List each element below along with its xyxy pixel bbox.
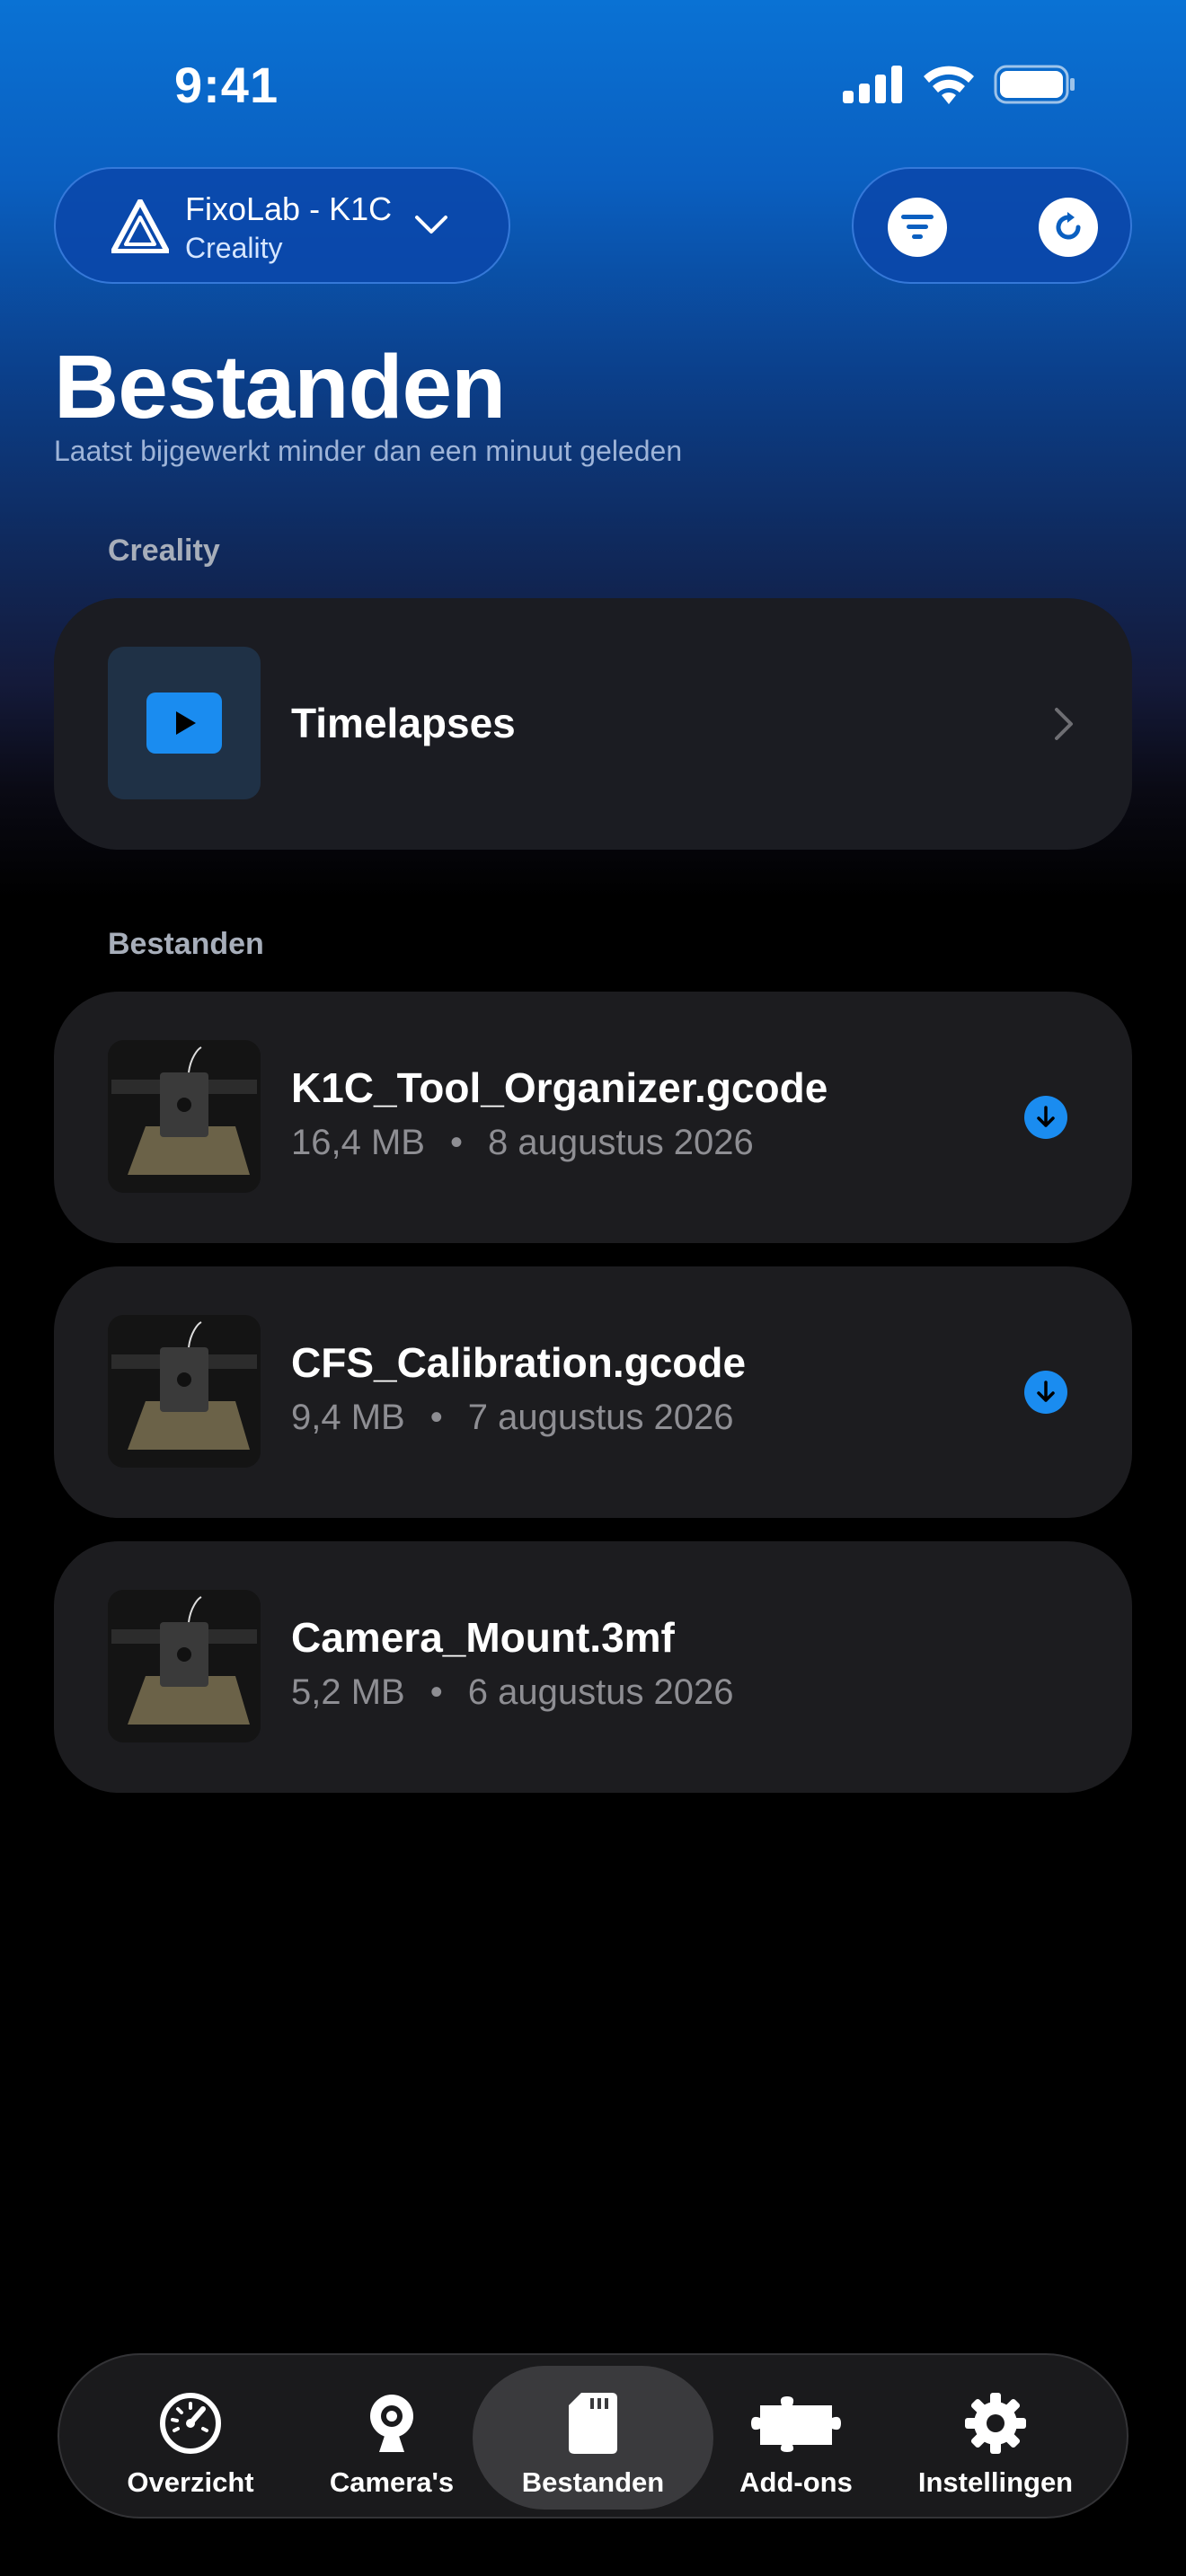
timelapses-label: Timelapses (291, 700, 516, 746)
file-thumbnail (108, 1590, 261, 1742)
filter-button[interactable] (888, 198, 947, 257)
tab-label: Camera's (329, 2466, 455, 2498)
tab-label: Bestanden (521, 2466, 665, 2498)
puzzle-icon (751, 2391, 841, 2456)
file-date: 6 augustus 2026 (467, 1672, 734, 1712)
file-size: 9,4 MB (291, 1398, 405, 1437)
battery-icon (994, 65, 1075, 104)
status-icons (843, 65, 1076, 104)
refresh-icon (1056, 212, 1081, 240)
file-row[interactable]: K1C_Tool_Organizer.gcode 16,4 MB • 8 aug… (54, 992, 1132, 1243)
tab-label: Add-ons (739, 2466, 853, 2498)
file-row[interactable]: CFS_Calibration.gcode 9,4 MB • 7 augustu… (54, 1266, 1132, 1518)
filter-icon (901, 215, 934, 239)
page-title: Bestanden (54, 337, 506, 437)
section-label-files: Bestanden (108, 927, 264, 961)
file-meta: 5,2 MB • 6 augustus 2026 (291, 1672, 734, 1713)
download-icon[interactable] (1024, 1096, 1067, 1139)
header-actions (852, 167, 1132, 284)
status-time: 9:41 (174, 57, 279, 113)
section-label-creality: Creality (108, 534, 220, 568)
tab-label: Overzicht (127, 2466, 254, 2498)
printer-selector[interactable]: FixoLab - K1C Creality (54, 167, 510, 284)
creality-logo-icon (111, 199, 169, 253)
last-updated-text: Laatst bijgewerkt minder dan een minuut … (54, 435, 683, 467)
play-icon (146, 693, 222, 754)
download-icon[interactable] (1024, 1371, 1067, 1414)
wifi-icon (924, 66, 974, 104)
file-date: 8 augustus 2026 (487, 1123, 754, 1162)
printer-name: FixoLab - K1C (185, 190, 393, 227)
meta-separator: • (429, 1672, 443, 1712)
tab-bar: Overzicht Camera's Bestanden Add-ons Ins… (58, 2353, 1128, 2519)
gauge-icon (158, 2391, 223, 2456)
printer-brand: Creality (185, 232, 283, 264)
chevron-right-icon (1055, 708, 1073, 740)
file-thumbnail (108, 1040, 261, 1193)
gear-icon (963, 2391, 1028, 2456)
timelapse-thumbnail (108, 647, 261, 799)
file-name: K1C_Tool_Organizer.gcode (291, 1064, 828, 1111)
file-name: Camera_Mount.3mf (291, 1614, 675, 1661)
file-size: 16,4 MB (291, 1123, 425, 1162)
file-thumbnail (108, 1315, 261, 1468)
webcam-icon (365, 2391, 419, 2456)
meta-separator: • (449, 1123, 463, 1162)
timelapses-row[interactable]: Timelapses (54, 598, 1132, 850)
file-size: 5,2 MB (291, 1672, 405, 1712)
file-meta: 16,4 MB • 8 augustus 2026 (291, 1123, 754, 1163)
file-name: CFS_Calibration.gcode (291, 1339, 747, 1386)
cellular-signal-icon (843, 66, 902, 103)
chevron-down-icon (415, 216, 447, 234)
meta-separator: • (429, 1398, 443, 1437)
sd-card-icon (567, 2391, 619, 2456)
tab-instellingen[interactable]: Instellingen (875, 2366, 1116, 2510)
file-meta: 9,4 MB • 7 augustus 2026 (291, 1398, 734, 1438)
file-date: 7 augustus 2026 (467, 1398, 734, 1437)
file-row[interactable]: Camera_Mount.3mf 5,2 MB • 6 augustus 202… (54, 1541, 1132, 1793)
refresh-button[interactable] (1039, 198, 1098, 257)
tab-label: Instellingen (917, 2466, 1074, 2498)
